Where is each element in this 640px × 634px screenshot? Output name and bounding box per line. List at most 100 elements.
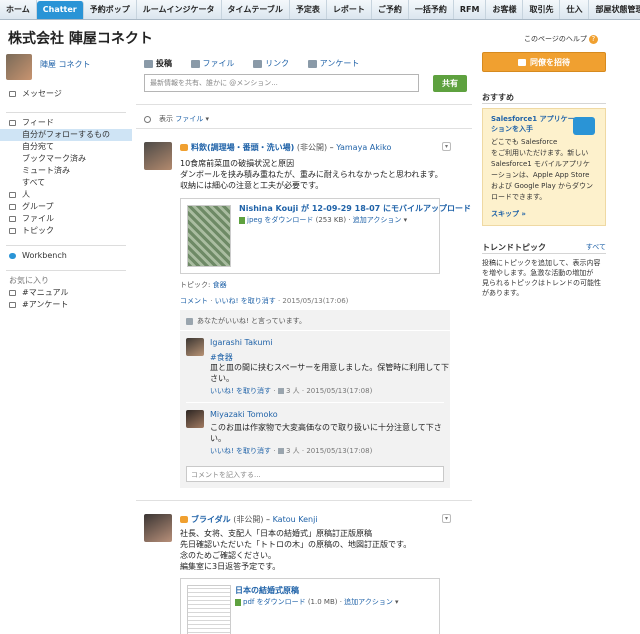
envelope-icon (9, 91, 16, 97)
salesforce1-logo-icon (573, 117, 595, 135)
attachment-title-link[interactable]: 日本の結婚式原稿 (235, 585, 299, 596)
tab-timetable[interactable]: タイムテーブル (222, 0, 290, 19)
topic-icon (9, 302, 16, 308)
sidebar-item-fav-manual[interactable]: #マニュアル (0, 287, 132, 299)
sidebar-item-people[interactable]: 人 (0, 189, 132, 201)
sidebar-item-muted[interactable]: ミュート済み (0, 165, 132, 177)
profile-avatar[interactable] (6, 54, 32, 80)
download-link[interactable]: jpeg をダウンロード (247, 216, 313, 224)
sidebar-item-topics[interactable]: トピック (0, 225, 132, 237)
post-menu-icon[interactable]: ▾ (442, 514, 451, 523)
trending-topics-text: 投稿にトピックを追加して、表示内容 を増やします。急激な活動の増加が 見られるトピッ… (482, 259, 601, 297)
tab-chatter[interactable]: Chatter (36, 1, 84, 19)
file-icon (9, 216, 16, 222)
sidebar-item-to-me[interactable]: 自分宛て (0, 141, 132, 153)
sidebar-item-groups[interactable]: グループ (0, 201, 132, 213)
author-link[interactable]: Katou Kenji (273, 515, 318, 524)
publisher-tab-poll[interactable]: アンケート (307, 59, 359, 68)
profile-name-link[interactable]: 陣屋 コネクト (40, 59, 91, 70)
attachment-thumbnail[interactable] (187, 585, 231, 634)
share-button[interactable]: 共有 (433, 75, 467, 92)
tab-reports[interactable]: レポート (327, 0, 372, 19)
sidebar-item-all[interactable]: すべて (0, 177, 132, 189)
post-icon (144, 59, 153, 68)
tab-rfm[interactable]: RFM (454, 0, 487, 19)
download-icon (239, 216, 245, 224)
search-icon (144, 115, 151, 123)
tab-customers[interactable]: お客様 (486, 0, 524, 19)
tab-accounts[interactable]: 取引先 (523, 0, 561, 19)
topic-icon (9, 228, 16, 234)
help-link[interactable]: このページのヘルプ? (524, 34, 598, 44)
comment-unlike-link[interactable]: いいね! を取り消す (210, 387, 271, 395)
author-avatar[interactable] (144, 142, 172, 170)
attachment-meta: pdf をダウンロード (1.0 MB) · 追加アクション ▾ (235, 597, 399, 607)
promo-body: どこでも Salesforce をご利用いただけます。新しい Salesforce1… (491, 138, 593, 201)
download-icon (235, 598, 241, 606)
salesforce1-promo: Salesforce1 アプリケー ションを入手 どこでも Salesforce を… (482, 108, 606, 226)
group-icon (180, 516, 188, 523)
tab-reservation-pop[interactable]: 予約ボップ (84, 0, 137, 19)
topic-link[interactable]: 食器 (213, 281, 227, 289)
group-link[interactable]: ブライダル (191, 515, 231, 524)
topic-icon (9, 290, 16, 296)
right-sidebar: 同僚を招待 おすすめ Salesforce1 アプリケー ションを入手 どこでも … (480, 52, 640, 634)
group-link[interactable]: 料飲(調理場・番頭・洗い場) (191, 143, 294, 152)
download-link[interactable]: pdf をダウンロード (243, 598, 306, 606)
post-timestamp: 2015/05/13(17:06) (282, 297, 349, 305)
comment-unlike-link[interactable]: いいね! を取り消す (210, 447, 271, 455)
author-link[interactable]: Yamaya Akiko (336, 143, 391, 152)
tab-room-indicator[interactable]: ルームインジケータ (137, 0, 222, 19)
publisher-tab-post[interactable]: 投稿 (144, 59, 172, 68)
page-title: 株式会社 陣屋コネクト (8, 31, 153, 47)
post-header: 料飲(調理場・番頭・洗い場) (非公開) – Yamaya Akiko (180, 142, 391, 153)
publisher-tab-link[interactable]: リンク (253, 59, 289, 68)
sort-value-link[interactable]: ファイル (175, 115, 203, 123)
skip-link[interactable]: スキップ » (491, 209, 526, 219)
tab-calendar[interactable]: 予定表 (290, 0, 327, 19)
trending-all-link[interactable]: すべて (586, 242, 606, 252)
commenter-avatar[interactable] (186, 338, 204, 356)
thumbs-up-icon (277, 388, 284, 394)
help-icon: ? (588, 35, 598, 44)
attachment-meta: jpeg をダウンロード (253 KB) · 追加アクション ▾ (239, 215, 407, 225)
tab-home[interactable]: ホーム (0, 0, 37, 19)
sidebar-item-feed[interactable]: フィード (0, 117, 132, 129)
more-actions-link[interactable]: 追加アクション (344, 598, 393, 606)
post-body: 社長、女将、支配人「日本の結婚式」原稿訂正版原稿 先日確認いただいた「トトロの木」… (180, 529, 412, 571)
author-avatar[interactable] (144, 514, 172, 542)
sidebar-item-workbench[interactable]: Workbench (0, 250, 132, 262)
invite-button[interactable]: 同僚を招待 (482, 52, 606, 72)
post-menu-icon[interactable]: ▾ (442, 142, 451, 151)
comment-link[interactable]: コメント (180, 297, 208, 305)
tab-bulk-reservation[interactable]: 一括予約 (409, 0, 454, 19)
feed-filter[interactable]: 表示 ファイル ▾ (144, 114, 209, 124)
comment-body: 皿と皿の間に挟むスペーサーを用意しました。保管時に利用して下 さい。 (210, 363, 450, 383)
attachment-title-link[interactable]: Nishina Kouji が 12-09-29 18-07 にモバイルアップロ… (239, 203, 471, 214)
tab-room-status[interactable]: 部屋状態管理 (589, 0, 640, 19)
more-actions-link[interactable]: 追加アクション (353, 216, 402, 224)
publisher-tab-file[interactable]: ファイル (190, 59, 235, 68)
thumbs-up-icon (186, 317, 193, 325)
tab-purchasing[interactable]: 仕入 (560, 0, 590, 19)
unlike-link[interactable]: いいね! を取り消す (215, 297, 276, 305)
promo-title[interactable]: Salesforce1 アプリケー ションを入手 (491, 114, 575, 134)
sidebar-item-files[interactable]: ファイル (0, 213, 132, 225)
commenter-name-link[interactable]: Miyazaki Tomoko (210, 410, 278, 419)
comment-meta: いいね! を取り消す · 3 人 · 2015/05/13(17:08) (210, 447, 373, 455)
poll-icon (307, 59, 317, 68)
post-input[interactable]: 最新情報を共有、誰かに @メンション... (144, 74, 419, 92)
sidebar-item-bookmarked[interactable]: ブックマーク済み (0, 153, 132, 165)
sidebar-item-following[interactable]: 自分がフォローするもの (0, 129, 132, 141)
commenter-name-link[interactable]: Igarashi Takumi (210, 338, 272, 347)
sidebar-item-messages[interactable]: メッセージ (0, 88, 132, 100)
person-icon (9, 192, 16, 198)
attachment-thumbnail[interactable] (187, 205, 231, 267)
comment-input[interactable]: コメントを記入する... (186, 466, 444, 482)
tab-reservations[interactable]: ご予約 (372, 0, 409, 19)
commenter-avatar[interactable] (186, 410, 204, 428)
invite-icon (518, 59, 526, 66)
group-icon (9, 204, 16, 210)
sidebar-item-fav-survey[interactable]: #アンケート (0, 299, 132, 311)
recommendations-heading: おすすめ (482, 93, 514, 102)
